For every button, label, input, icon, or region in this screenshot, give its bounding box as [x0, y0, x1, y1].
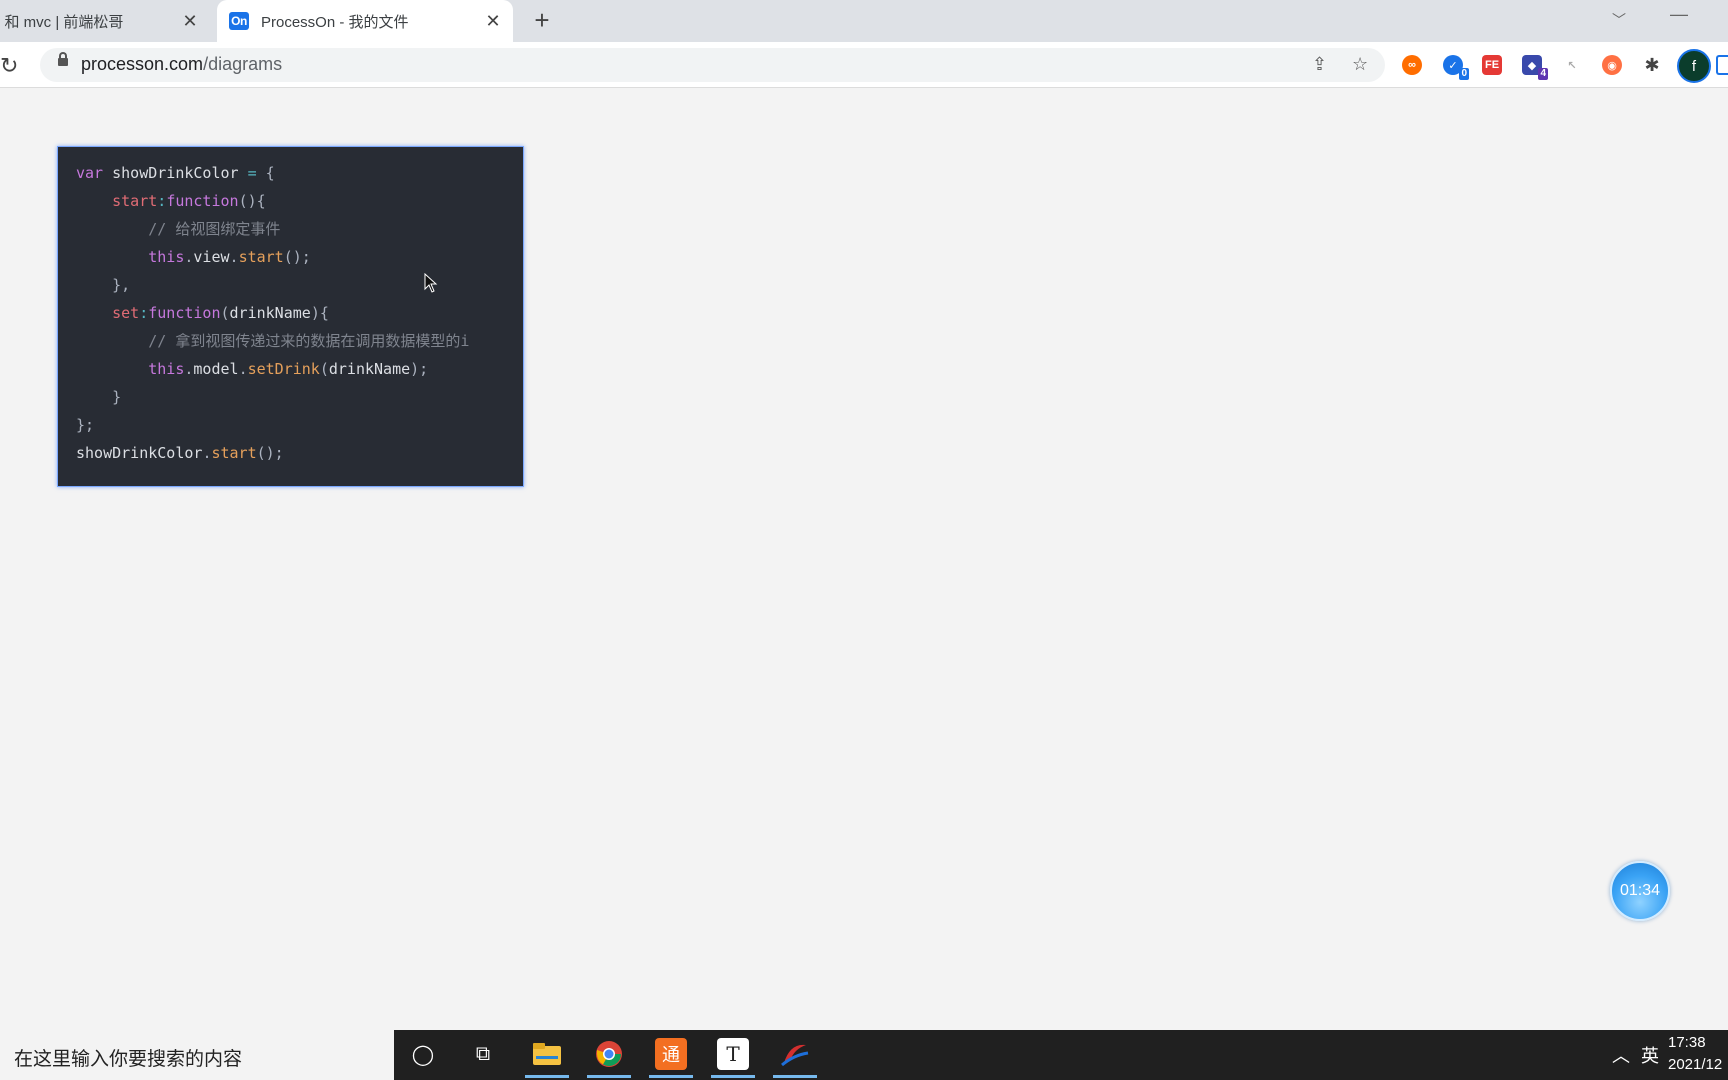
code-line: this.model.setDrink(drinkName);: [148, 360, 429, 378]
code-line: var showDrinkColor = {: [76, 164, 275, 182]
tray-chevron-up-icon[interactable]: ︿: [1612, 1042, 1630, 1068]
task-view-icon[interactable]: ⧉: [467, 1038, 499, 1070]
infinity-extension-icon[interactable]: ∞: [1402, 55, 1422, 75]
tab-close-icon[interactable]: ✕: [483, 11, 503, 32]
tab-title: n 和 mvc | 前端松哥: [0, 13, 124, 31]
recording-timer[interactable]: 01:34: [1610, 861, 1670, 921]
lock-icon[interactable]: [58, 52, 68, 66]
extension-badge: 0: [1459, 68, 1469, 80]
file-explorer-icon[interactable]: [525, 1038, 569, 1078]
tab-search-chevron-icon[interactable]: ﹀: [1612, 10, 1626, 30]
fe-extension-icon[interactable]: FE: [1482, 55, 1502, 75]
tab-close-icon[interactable]: ✕: [180, 11, 200, 32]
minimize-window-icon[interactable]: —: [1670, 4, 1688, 25]
puzzle-extension-icon[interactable]: ✱: [1642, 55, 1662, 75]
processon-favicon-icon: On: [229, 12, 249, 30]
windows-taskbar: 在这里输入你要搜索的内容 ◯ ⧉ 通 T ︿ 英 17:38 2021/12: [0, 1030, 1728, 1080]
code-line: // 拿到视图传递过来的数据在调用数据模型的i: [148, 332, 470, 350]
cursor-extension-icon[interactable]: ↖: [1562, 55, 1582, 75]
reload-icon[interactable]: ↻: [0, 53, 18, 79]
cube-extension-icon[interactable]: ◆ 4: [1522, 55, 1548, 80]
code-line: showDrinkColor.start();: [76, 444, 284, 462]
code-line: // 给视图绑定事件: [148, 220, 281, 238]
share-icon[interactable]: ⇪: [1312, 54, 1327, 75]
ime-indicator[interactable]: 英: [1641, 1042, 1659, 1068]
code-text: var showDrinkColor = { start:function(){…: [76, 159, 469, 467]
code-line: };: [76, 416, 95, 434]
code-line: },: [76, 276, 131, 294]
mouse-cursor-icon: [424, 273, 438, 293]
extension-badge: 4: [1538, 68, 1548, 80]
bookmark-star-icon[interactable]: ☆: [1352, 54, 1368, 75]
code-line: start:function(){: [112, 192, 266, 210]
tab-mvc-article[interactable]: n 和 mvc | 前端松哥 ✕: [0, 0, 210, 42]
url-text[interactable]: processon.com/diagrams: [81, 54, 282, 75]
browser-tab-strip: n 和 mvc | 前端松哥 ✕ On ProcessOn - 我的文件 ✕ +…: [0, 0, 1728, 42]
code-line: }: [76, 388, 122, 406]
typora-icon[interactable]: T: [711, 1038, 755, 1078]
app-red-blue-icon[interactable]: [773, 1038, 817, 1078]
orange-extension-icon[interactable]: ◉: [1602, 55, 1622, 75]
address-bar[interactable]: processon.com/diagrams ⇪ ☆: [40, 48, 1385, 82]
code-block[interactable]: var showDrinkColor = { start:function(){…: [57, 146, 524, 487]
new-tab-button[interactable]: +: [528, 5, 556, 35]
app-orange-icon[interactable]: 通: [649, 1038, 693, 1078]
browser-toolbar: ↻ processon.com/diagrams ⇪ ☆ ∞ ✓ 0 FE ◆ 4 …: [0, 42, 1728, 88]
url-host: processon.com: [81, 54, 204, 74]
code-line: set:function(drinkName){: [112, 304, 329, 322]
clock-date: 2021/12: [1668, 1056, 1723, 1073]
checklist-extension-icon[interactable]: ✓ 0: [1443, 55, 1469, 80]
taskbar-search-box[interactable]: 在这里输入你要搜索的内容: [0, 1030, 394, 1080]
side-panel-icon[interactable]: [1716, 55, 1728, 75]
tab-title: ProcessOn - 我的文件: [261, 13, 409, 31]
code-line: this.view.start();: [148, 248, 311, 266]
url-path: /diagrams: [203, 54, 283, 74]
taskbar-clock[interactable]: 17:38 2021/12: [1668, 1032, 1722, 1076]
chrome-icon[interactable]: [587, 1038, 631, 1078]
tab-processon[interactable]: On ProcessOn - 我的文件 ✕: [217, 0, 513, 42]
profile-avatar[interactable]: f: [1677, 49, 1711, 83]
cortana-circle-icon[interactable]: ◯: [407, 1038, 439, 1070]
clock-time: 17:38: [1668, 1034, 1706, 1051]
taskbar-search-placeholder: 在这里输入你要搜索的内容: [14, 1049, 243, 1070]
